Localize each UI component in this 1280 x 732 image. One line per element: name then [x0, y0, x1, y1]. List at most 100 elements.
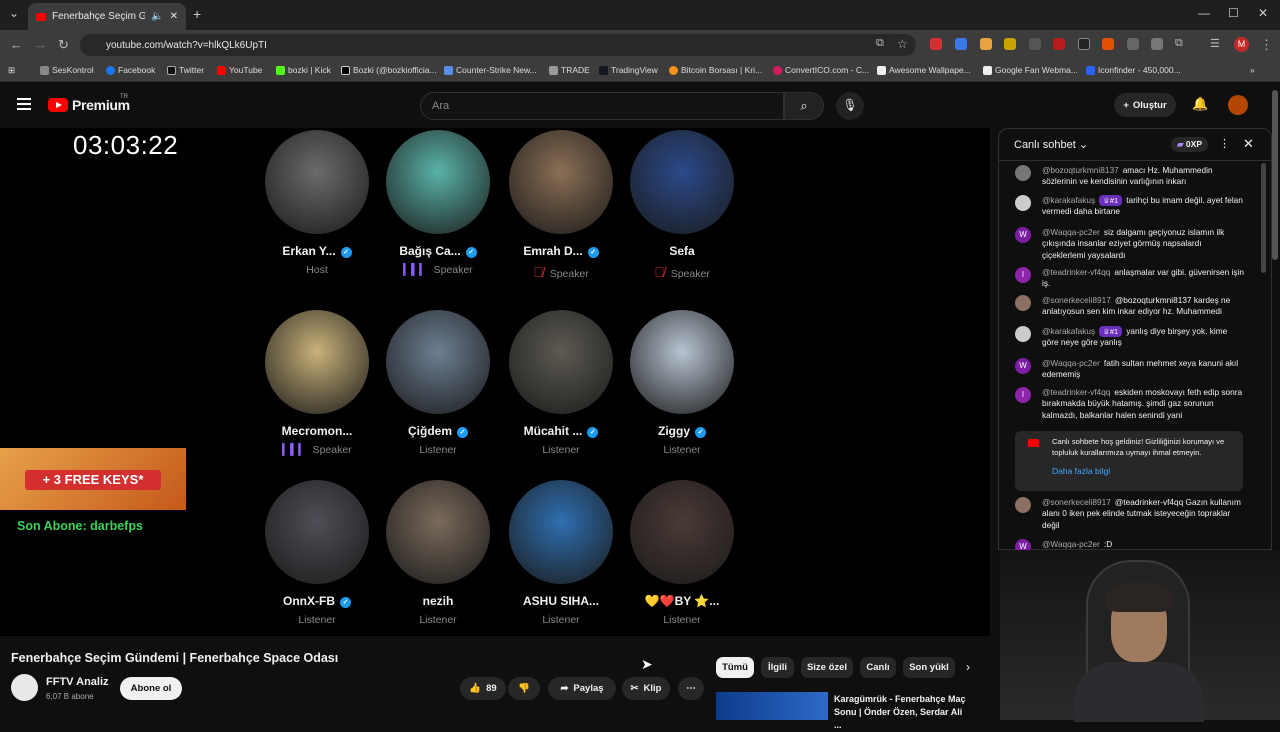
participant-card[interactable]: Sefa 🎙̸ Speaker: [626, 130, 738, 280]
chrome-menu-icon[interactable]: ⋮: [1260, 37, 1273, 53]
bookmark-item[interactable]: TradingView: [599, 65, 658, 75]
chat-more-icon[interactable]: ⋮: [1219, 137, 1230, 150]
bookmark-item[interactable]: ConvertICO.com - C...: [773, 65, 869, 75]
chat-author-avatar[interactable]: W: [1015, 227, 1031, 243]
media-controls-icon[interactable]: ☰: [1210, 37, 1220, 50]
account-avatar[interactable]: [1228, 95, 1248, 115]
bookmarks-overflow-icon[interactable]: »: [1250, 65, 1255, 75]
cast-icon[interactable]: ⧉: [876, 37, 884, 50]
participant-card[interactable]: nezih Listener: [382, 480, 494, 626]
extension-icon[interactable]: [955, 38, 967, 50]
create-button[interactable]: + Oluştur: [1114, 93, 1176, 117]
bookmark-star-icon[interactable]: ☆: [897, 37, 908, 51]
xp-badge[interactable]: ▰ 0XP: [1171, 137, 1208, 152]
share-button[interactable]: ➦ Paylaş: [548, 677, 616, 700]
chevron-right-icon[interactable]: ›: [966, 660, 970, 674]
channel-avatar[interactable]: [11, 674, 38, 701]
bookmark-item[interactable]: SesKontrol: [40, 65, 94, 75]
search-input[interactable]: Ara: [420, 92, 784, 120]
bookmark-item[interactable]: Google Fan Webma...: [983, 65, 1078, 75]
bookmark-item[interactable]: TRADE: [549, 65, 590, 75]
tab-search-icon[interactable]: ⌄: [9, 6, 19, 20]
like-button[interactable]: 👍 89: [460, 677, 506, 700]
bookmark-item[interactable]: Facebook: [106, 65, 155, 75]
participant-card[interactable]: Çiğdem ✓ Listener: [382, 310, 494, 456]
extensions-puzzle-icon[interactable]: ⧉: [1175, 37, 1183, 50]
chip-related[interactable]: İlgili: [761, 657, 794, 678]
video-player[interactable]: 03:03:22 + 3 FREE KEYS* Son Abone: darbe…: [0, 128, 990, 636]
search-button[interactable]: ⌕: [784, 92, 824, 120]
extension-icon[interactable]: [1127, 38, 1139, 50]
participant-card[interactable]: 💛❤️BY ⭐... Listener: [626, 480, 738, 626]
close-window-button[interactable]: ✕: [1258, 6, 1268, 20]
maximize-button[interactable]: ☐: [1228, 6, 1239, 20]
chat-author[interactable]: @sonerkeceli8917: [1042, 497, 1111, 507]
chat-scrollbar[interactable]: [1261, 163, 1266, 273]
youtube-premium-logo[interactable]: Premium TR: [48, 94, 130, 113]
chat-author[interactable]: @teadrinker-vf4qq: [1042, 387, 1110, 397]
bookmark-item[interactable]: bozki | Kick: [276, 65, 331, 75]
chat-author-avatar[interactable]: [1015, 326, 1031, 342]
close-tab-icon[interactable]: ✕: [170, 11, 178, 22]
browser-tab[interactable]: Fenerbahçe Seçim Gündem 🔈 ✕: [28, 3, 186, 30]
back-icon[interactable]: ←: [10, 37, 23, 52]
participant-card[interactable]: Emrah D... ✓ 🎙̸ Speaker: [505, 130, 617, 280]
menu-icon[interactable]: [17, 98, 31, 110]
extension-icon[interactable]: [1078, 38, 1090, 50]
chat-author-avatar[interactable]: I: [1015, 387, 1031, 403]
chat-author-avatar[interactable]: [1015, 165, 1031, 181]
chat-author-avatar[interactable]: [1015, 195, 1031, 211]
extension-icon[interactable]: [980, 38, 992, 50]
recommended-thumbnail[interactable]: [716, 692, 828, 720]
extension-icon[interactable]: [1102, 38, 1114, 50]
minimize-button[interactable]: —: [1198, 6, 1210, 20]
extension-icon[interactable]: [1053, 38, 1065, 50]
apps-grid-icon[interactable]: ⊞: [8, 65, 15, 76]
chat-title[interactable]: Canlı sohbet ⌄: [1014, 138, 1088, 151]
chat-author-avatar[interactable]: W: [1015, 358, 1031, 374]
new-tab-button[interactable]: +: [193, 6, 201, 22]
forward-icon[interactable]: →: [34, 37, 47, 52]
dislike-button[interactable]: 👎: [508, 677, 540, 700]
chip-all[interactable]: Tümü: [716, 657, 754, 678]
participant-card[interactable]: Erkan Y... ✓ Host: [261, 130, 373, 276]
chat-author[interactable]: @teadrinker-vf4qq: [1042, 267, 1110, 277]
chip-for-you[interactable]: Size özel: [801, 657, 853, 678]
reload-icon[interactable]: ↻: [58, 37, 69, 53]
close-chat-icon[interactable]: ✕: [1243, 136, 1254, 152]
chat-author[interactable]: @sonerkeceli8917: [1042, 295, 1111, 305]
participant-card[interactable]: Mücahit ... ✓ Listener: [505, 310, 617, 456]
learn-more-link[interactable]: Daha fazla bilgi: [1052, 466, 1235, 477]
profile-avatar[interactable]: M: [1234, 37, 1249, 52]
address-bar[interactable]: youtube.com/watch?v=hlkQLk6UpTI: [80, 34, 916, 56]
chat-author[interactable]: @Waqqa-pc2er: [1042, 358, 1100, 368]
bookmark-item[interactable]: Awesome Wallpape...: [877, 65, 971, 75]
bookmark-item[interactable]: Iconfinder - 450,000...: [1086, 65, 1181, 75]
bookmark-item[interactable]: YouTube: [217, 65, 262, 75]
channel-name[interactable]: FFTV Analiz: [46, 676, 109, 688]
bookmark-item[interactable]: Bozki (@bozkiofficia...: [341, 65, 437, 75]
participant-card[interactable]: OnnX-FB ✓ Listener: [261, 480, 373, 626]
chat-author-avatar[interactable]: [1015, 295, 1031, 311]
extension-icon[interactable]: [1151, 38, 1163, 50]
chat-author[interactable]: @Waqqa-pc2er: [1042, 539, 1100, 549]
subscribe-button[interactable]: Abone ol: [120, 677, 182, 700]
clip-button[interactable]: ✂ Klip: [622, 677, 670, 700]
bookmark-item[interactable]: Counter-Strike New...: [444, 65, 537, 75]
participant-card[interactable]: ASHU SIHA... Listener: [505, 480, 617, 626]
extension-icon[interactable]: [930, 38, 942, 50]
page-scrollbar[interactable]: [1272, 90, 1278, 260]
voice-search-button[interactable]: 🎙: [836, 92, 864, 120]
chat-author-avatar[interactable]: I: [1015, 267, 1031, 283]
recommended-title[interactable]: Karagümrük - Fenerbahçe Maç Sonu | Önder…: [834, 693, 970, 732]
extension-icon[interactable]: [1004, 38, 1016, 50]
chip-live[interactable]: Canlı: [860, 657, 896, 678]
chat-author[interactable]: @karakafakuş: [1042, 195, 1095, 205]
chat-author[interactable]: @karakafakuş: [1042, 326, 1095, 336]
chip-recent[interactable]: Son yükl: [903, 657, 955, 678]
notifications-bell-icon[interactable]: 🔔: [1192, 96, 1208, 112]
participant-card[interactable]: Ziggy ✓ Listener: [626, 310, 738, 456]
bookmark-item[interactable]: Twitter: [167, 65, 204, 75]
participant-card[interactable]: Mecromon... ▎▍▎ Speaker: [261, 310, 373, 456]
bookmark-item[interactable]: Bitcoin Borsası | Kri...: [669, 65, 762, 75]
